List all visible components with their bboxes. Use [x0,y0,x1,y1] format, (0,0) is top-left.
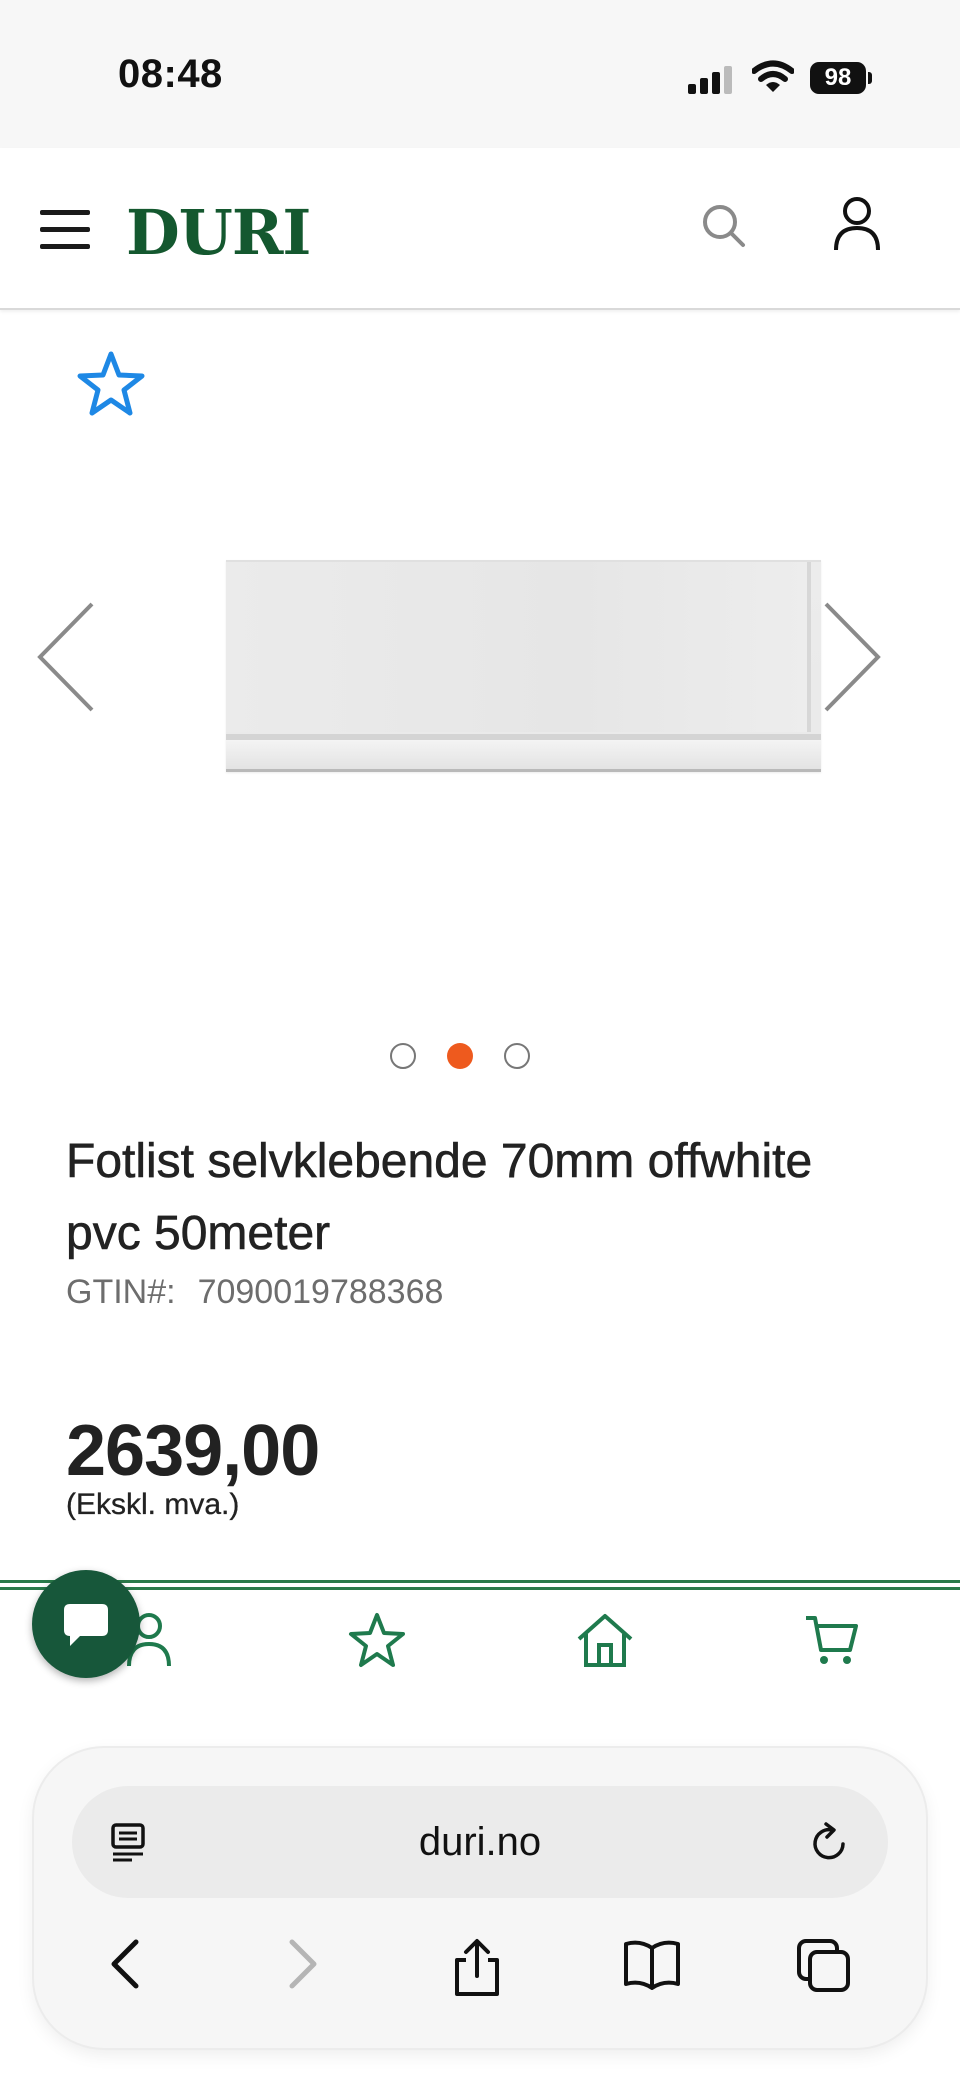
price: 2639,00 [66,1411,320,1491]
url-bar[interactable]: duri.no [72,1786,888,1898]
back-icon[interactable] [108,1938,142,1995]
gtin-value: 7090019788368 [197,1273,444,1311]
cellular-signal-icon [688,66,734,99]
status-time: 08:48 [118,52,223,96]
carousel-dot-active[interactable] [447,1043,473,1069]
gtin-label: GTIN#: [66,1273,176,1311]
chevron-right-icon[interactable] [822,600,884,719]
site-logo[interactable]: DURI [126,196,311,269]
reload-icon[interactable] [808,1822,850,1869]
menu-icon[interactable] [40,206,92,252]
bookmarks-icon[interactable] [622,1938,682,1995]
carousel-dot[interactable] [504,1043,530,1069]
nav-star-icon[interactable] [348,1612,406,1673]
forward-icon[interactable] [286,1938,320,1995]
battery-percent: 98 [824,64,852,91]
product-title-line: Fotlist selvklebende 70mm offwhite [66,1135,813,1189]
reader-icon[interactable] [110,1822,150,1867]
nav-cart-icon[interactable] [804,1612,860,1673]
gtin: GTIN#: 7090019788368 [66,1273,443,1312]
status-bar: 08:48 98 [0,0,960,148]
favorite-star-icon[interactable] [76,350,146,423]
wifi-icon [751,60,795,99]
carousel-dots [390,1043,530,1073]
user-icon[interactable] [832,196,882,257]
price-note: (Ekskl. mva.) [66,1488,240,1521]
product-title-line: pvc 50meter [66,1207,331,1261]
chat-button[interactable] [32,1570,140,1678]
tabs-icon[interactable] [796,1938,852,1999]
battery-icon: 98 [810,62,872,94]
browser-toolbar: duri.no [34,1748,926,2048]
site-header: DURI [0,148,960,310]
chevron-left-icon[interactable] [34,600,96,719]
url-text[interactable]: duri.no [72,1786,888,1898]
share-icon[interactable] [452,1938,502,2003]
product-title: Fotlist selvklebende 70mm offwhite pvc 5… [66,1126,946,1270]
nav-home-icon[interactable] [576,1612,634,1673]
bottom-nav [0,1580,960,1708]
product-image [226,560,821,772]
search-icon[interactable] [700,202,748,255]
carousel-dot[interactable] [390,1043,416,1069]
chat-bubble-icon [64,1604,108,1646]
